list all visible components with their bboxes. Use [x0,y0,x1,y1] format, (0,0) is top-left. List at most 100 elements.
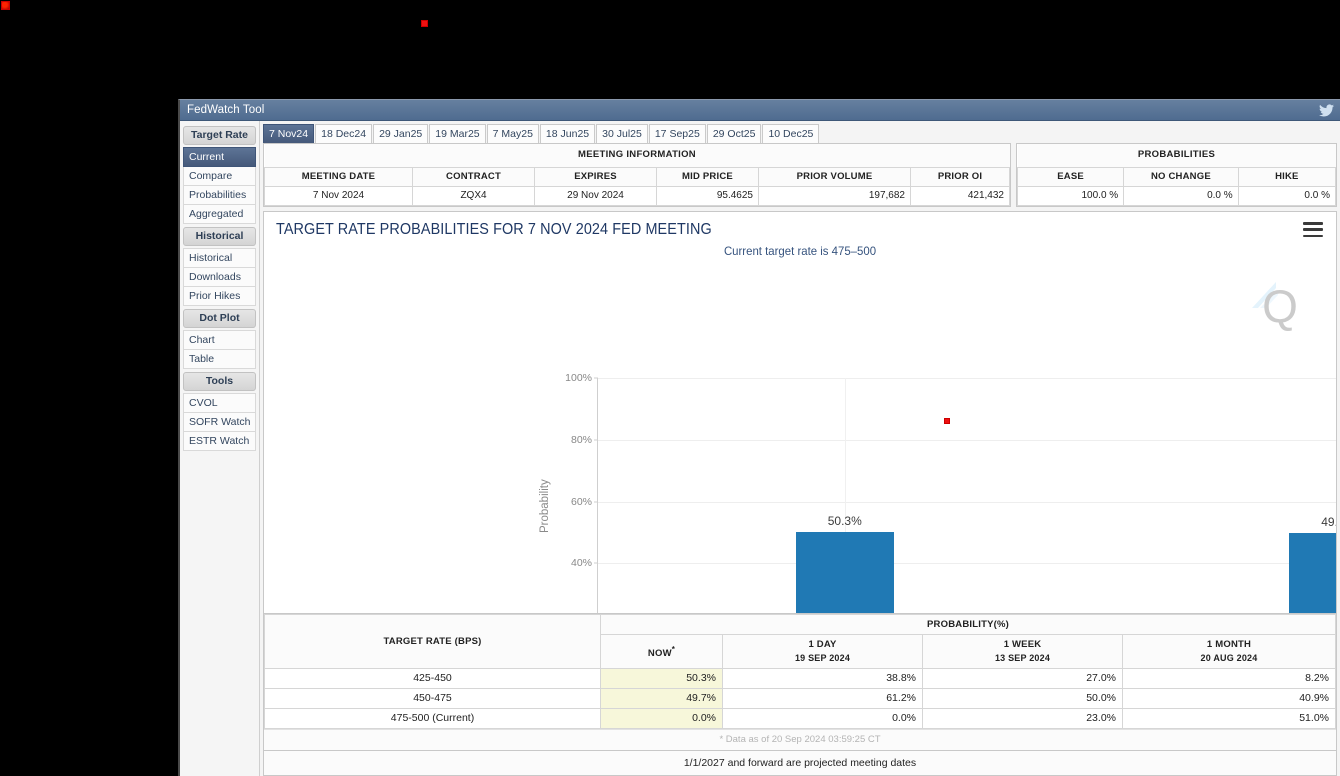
value-no-change: 0.0 % [1124,187,1238,206]
table-row: 450-475 49.7% 61.2% 50.0% 40.9% [265,689,1336,709]
meeting-information-table: MEETING INFORMATION MEETING DATE CONTRAC… [264,144,1010,206]
tab-19-mar25[interactable]: 19 Mar25 [429,124,485,143]
tab-18-dec24[interactable]: 18 Dec24 [315,124,372,143]
meeting-date-tabs: 7 Nov24 18 Dec24 29 Jan25 19 Mar25 7 May… [263,123,1337,143]
tab-30-jul25[interactable]: 30 Jul25 [596,124,648,143]
table-row: 475-500 (Current) 0.0% 0.0% 23.0% 51.0% [265,709,1336,729]
sidebar-item-chart[interactable]: Chart [183,330,256,350]
value-contract: ZQX4 [413,187,535,206]
sidebar-item-compare[interactable]: Compare [183,167,256,186]
sidebar-group-historical: Historical [183,227,256,246]
sidebar-group-tools: Tools [183,372,256,391]
value-meeting-date: 7 Nov 2024 [265,187,413,206]
sidebar-item-aggregated[interactable]: Aggregated [183,205,256,224]
th-probability-group: PROBABILITY(%) [601,615,1336,635]
th-1-day: 1 DAY19 SEP 2024 [723,635,923,669]
value-hike: 0.0 % [1238,187,1335,206]
table-row: 425-450 50.3% 38.8% 27.0% 8.2% [265,669,1336,689]
projected-meeting-dates-note: 1/1/2027 and forward are projected meeti… [263,751,1337,776]
bar-value-450-475: 49.7% [1321,515,1337,529]
window-title-bar: FedWatch Tool [180,100,1340,121]
sidebar-item-sofr-watch[interactable]: SOFR Watch [183,413,256,432]
cell-day-0: 38.8% [723,669,923,689]
info-panels-row: MEETING INFORMATION MEETING DATE CONTRAC… [263,143,1337,207]
sidebar-item-prior-hikes[interactable]: Prior Hikes [183,287,256,306]
cell-week-1: 50.0% [923,689,1123,709]
header-expires: EXPIRES [535,168,657,187]
tab-7-may25[interactable]: 7 May25 [487,124,539,143]
th-target-rate-bps: TARGET RATE (BPS) [265,615,601,669]
tab-10-dec25[interactable]: 10 Dec25 [762,124,819,143]
probabilities-summary-table: PROBABILITIES EASE NO CHANGE HIKE 100.0 … [1017,144,1336,206]
value-ease: 100.0 % [1018,187,1124,206]
probabilities-group-title: PROBABILITIES [1018,144,1336,168]
tab-18-jun25[interactable]: 18 Jun25 [540,124,595,143]
cell-month-2: 51.0% [1123,709,1336,729]
probability-table-card: TARGET RATE (BPS) PROBABILITY(%) NOW* 1 … [263,614,1337,751]
cell-rate-0: 425-450 [265,669,601,689]
data-asof-footnote: * Data as of 20 Sep 2024 03:59:25 CT [264,729,1336,750]
window-title: FedWatch Tool [187,104,264,116]
ytick-80: 80% [571,434,592,446]
th-1-week: 1 WEEK13 SEP 2024 [923,635,1123,669]
meeting-information-group-title: MEETING INFORMATION [265,144,1010,168]
value-prior-volume: 197,682 [759,187,911,206]
value-expires: 29 Nov 2024 [535,187,657,206]
header-contract: CONTRACT [413,168,535,187]
gridline-40 [598,563,1337,564]
header-ease: EASE [1018,168,1124,187]
cursor-marker-topleft [1,1,10,10]
th-now: NOW* [601,635,723,669]
tab-29-oct25[interactable]: 29 Oct25 [707,124,762,143]
gridline-80 [598,440,1337,441]
gridline-100 [598,378,1337,379]
probabilities-summary-panel: PROBABILITIES EASE NO CHANGE HIKE 100.0 … [1016,143,1337,207]
header-hike: HIKE [1238,168,1335,187]
meeting-information-panel: MEETING INFORMATION MEETING DATE CONTRAC… [263,143,1011,207]
sidebar-item-downloads[interactable]: Downloads [183,268,256,287]
cell-now-1: 49.7% [601,689,723,709]
sidebar-item-table[interactable]: Table [183,350,256,369]
cell-month-1: 40.9% [1123,689,1336,709]
tab-29-jan25[interactable]: 29 Jan25 [373,124,428,143]
cell-rate-1: 450-475 [265,689,601,709]
cell-month-0: 8.2% [1123,669,1336,689]
sidebar-group-dot-plot: Dot Plot [183,309,256,328]
header-mid-price: MID PRICE [657,168,759,187]
sidebar-item-current[interactable]: Current [183,147,256,167]
cell-day-1: 61.2% [723,689,923,709]
target-rate-probabilities-chart: TARGET RATE PROBABILITIES FOR 7 NOV 2024… [263,211,1337,614]
sidebar-group-target-rate: Target Rate [183,126,256,145]
probability-table: TARGET RATE (BPS) PROBABILITY(%) NOW* 1 … [264,614,1336,729]
value-prior-oi: 421,432 [911,187,1010,206]
plot-wrapper: Probability 100% 80% 60% [264,212,1336,613]
tab-17-sep25[interactable]: 17 Sep25 [649,124,706,143]
cursor-marker-top [421,20,428,27]
plot-area: 100% 80% 60% 40% 20% [597,378,1337,614]
cell-week-0: 27.0% [923,669,1123,689]
window-body: Target Rate Current Compare Probabilitie… [180,121,1340,776]
sidebar-item-cvol[interactable]: CVOL [183,393,256,413]
tab-7-nov24[interactable]: 7 Nov24 [263,124,314,143]
gridline-60 [598,502,1337,503]
header-prior-oi: PRIOR OI [911,168,1010,187]
ytick-60: 60% [571,496,592,508]
sidebar-item-probabilities[interactable]: Probabilities [183,186,256,205]
sidebar-item-historical[interactable]: Historical [183,248,256,268]
value-mid-price: 95.4625 [657,187,759,206]
main-content: 7 Nov24 18 Dec24 29 Jan25 19 Mar25 7 May… [260,121,1340,776]
ytick-100: 100% [565,372,592,384]
sidebar-item-estr-watch[interactable]: ESTR Watch [183,432,256,451]
cell-rate-2: 475-500 (Current) [265,709,601,729]
cell-now-2: 0.0% [601,709,723,729]
bar-450-475[interactable] [1289,533,1337,614]
y-axis-label: Probability [539,479,551,533]
header-prior-volume: PRIOR VOLUME [759,168,911,187]
cell-now-0: 50.3% [601,669,723,689]
header-no-change: NO CHANGE [1124,168,1238,187]
twitter-bird-icon[interactable] [1319,104,1334,117]
bar-value-425-450: 50.3% [828,514,862,528]
header-meeting-date: MEETING DATE [265,168,413,187]
ytick-40: 40% [571,557,592,569]
bar-425-450[interactable] [796,532,894,614]
